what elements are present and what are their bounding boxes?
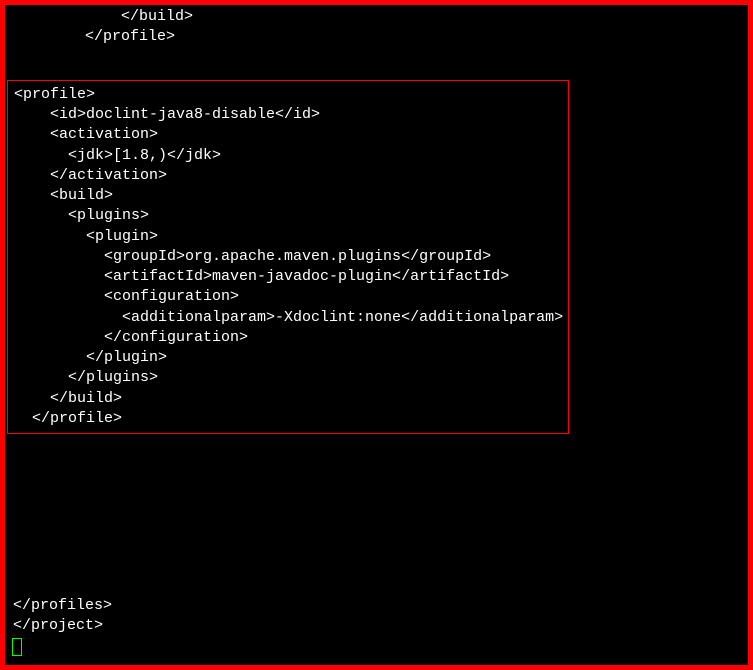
code-line: </profile> [14, 409, 562, 429]
code-line: </project> [13, 616, 740, 636]
code-line: </build> [14, 389, 562, 409]
highlighted-code-block: <profile> <id>doclint-java8-disable</id>… [7, 80, 569, 434]
code-line: <groupId>org.apache.maven.plugins</group… [14, 247, 562, 267]
code-line: <plugin> [14, 227, 562, 247]
cursor-icon [13, 639, 21, 655]
code-line: </profiles> [13, 596, 740, 616]
code-line: </activation> [14, 166, 562, 186]
code-line: <id>doclint-java8-disable</id> [14, 105, 562, 125]
code-line: <artifactId>maven-javadoc-plugin</artifa… [14, 267, 562, 287]
code-fragment-bottom: </profiles> </project> [13, 596, 740, 657]
code-line: </build> [13, 7, 740, 27]
terminal-window: </build> </profile> <profile> <id>doclin… [5, 5, 748, 665]
code-line: </profile> [13, 27, 740, 47]
code-line: <additionalparam>-Xdoclint:none</additio… [14, 308, 562, 328]
code-line: <build> [14, 186, 562, 206]
code-line: </plugin> [14, 348, 562, 368]
code-fragment-top: </build> </profile> [13, 7, 740, 48]
code-line: <plugins> [14, 206, 562, 226]
code-line: </configuration> [14, 328, 562, 348]
code-line: <jdk>[1.8,)</jdk> [14, 146, 562, 166]
blank-line [13, 48, 740, 68]
code-line: </plugins> [14, 368, 562, 388]
code-line: <profile> [14, 85, 562, 105]
code-line: <configuration> [14, 287, 562, 307]
code-line: <activation> [14, 125, 562, 145]
blank-region [13, 446, 740, 596]
cursor-line[interactable] [13, 637, 740, 657]
